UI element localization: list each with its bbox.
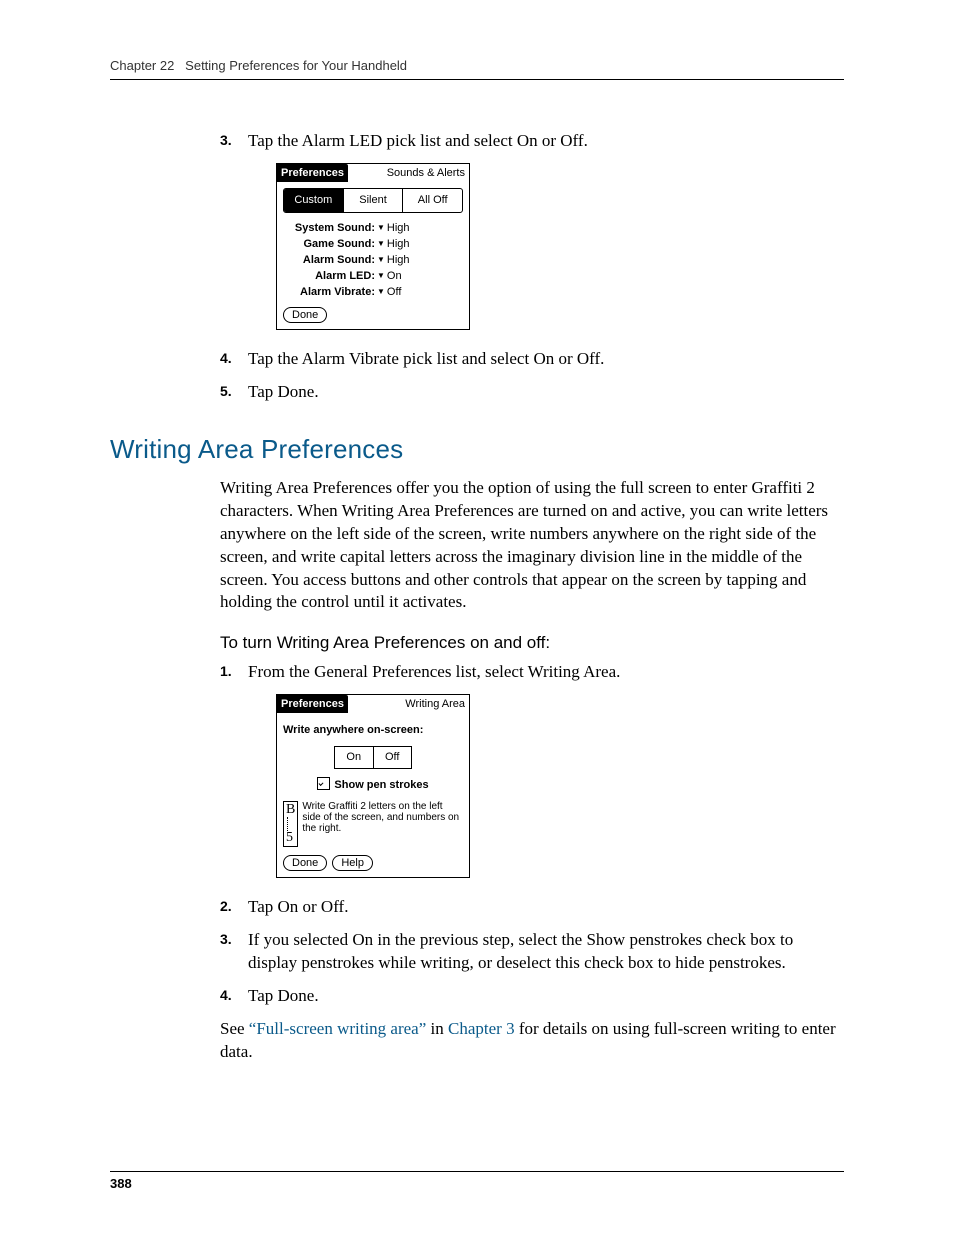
palm-titlebar: Preferences Writing Area	[277, 695, 469, 713]
hint-text: Write Graffiti 2 letters on the left sid…	[302, 801, 463, 834]
see-also: See “Full-screen writing area” in Chapte…	[220, 1018, 844, 1064]
step-text: Tap On or Off.	[248, 897, 348, 916]
step: 4. Tap Done.	[220, 985, 844, 1008]
step-number: 2.	[220, 897, 232, 916]
chevron-down-icon[interactable]: ▼	[377, 255, 385, 266]
pref-value[interactable]: High	[387, 237, 410, 252]
pref-row: System Sound: ▼ High	[283, 221, 463, 237]
glyph-number: 5	[286, 831, 293, 845]
step-number: 5.	[220, 382, 232, 401]
cross-ref-link[interactable]: “Full-screen writing area”	[249, 1019, 426, 1038]
step: 4. Tap the Alarm Vibrate pick list and s…	[220, 348, 844, 371]
on-off-toggle: On Off	[334, 746, 412, 769]
checkbox-icon[interactable]	[317, 777, 330, 790]
step-text: Tap Done.	[248, 382, 319, 401]
palm-screenshot-writing-area: Preferences Writing Area Write anywhere …	[276, 694, 470, 878]
step-number: 1.	[220, 662, 232, 681]
step: 1. From the General Preferences list, se…	[220, 661, 844, 878]
profile-tabs: Custom Silent All Off	[283, 188, 463, 213]
pref-label: Alarm LED:	[283, 269, 377, 284]
palm-category[interactable]: Writing Area	[348, 695, 469, 713]
step-text: From the General Preferences list, selec…	[248, 662, 620, 681]
step: 5. Tap Done.	[220, 381, 844, 404]
page: Chapter 22 Setting Preferences for Your …	[0, 0, 954, 1235]
pref-row: Alarm Vibrate: ▼ Off	[283, 285, 463, 301]
prompt-label: Write anywhere on-screen:	[283, 723, 463, 738]
palm-body: Custom Silent All Off System Sound: ▼ Hi…	[277, 182, 469, 329]
cross-ref-link[interactable]: Chapter 3	[448, 1019, 515, 1038]
step-text: Tap Done.	[248, 986, 319, 1005]
step-text: Tap the Alarm LED pick list and select O…	[248, 131, 588, 150]
graffiti-glyph: B5	[283, 801, 298, 847]
step-text: Tap the Alarm Vibrate pick list and sele…	[248, 349, 604, 368]
pref-label: Game Sound:	[283, 237, 377, 252]
section-body: Writing Area Preferences offer you the o…	[220, 477, 844, 615]
help-button[interactable]: Help	[332, 855, 373, 871]
step-number: 3.	[220, 131, 232, 150]
chevron-down-icon[interactable]: ▼	[377, 223, 385, 234]
palm-category[interactable]: Sounds & Alerts	[348, 164, 469, 182]
pref-value[interactable]: High	[387, 253, 410, 268]
pref-row: Alarm LED: ▼ On	[283, 269, 463, 285]
pref-label: Alarm Sound:	[283, 253, 377, 268]
chevron-down-icon[interactable]: ▼	[377, 271, 385, 282]
section-heading: Writing Area Preferences	[110, 432, 844, 467]
text: in	[426, 1019, 448, 1038]
hint-box: B5 Write Graffiti 2 letters on the left …	[283, 801, 463, 847]
pref-label: System Sound:	[283, 221, 377, 236]
step-number: 4.	[220, 349, 232, 368]
checkbox-row: Show pen strokes	[283, 777, 463, 793]
divider-icon	[287, 817, 288, 831]
chapter-title: Setting Preferences for Your Handheld	[185, 58, 407, 73]
step: 2. Tap On or Off.	[220, 896, 844, 919]
step: 3. Tap the Alarm LED pick list and selec…	[220, 130, 844, 330]
steps-group-b: 1. From the General Preferences list, se…	[220, 661, 844, 1007]
subheading: To turn Writing Area Preferences on and …	[220, 632, 844, 655]
pref-label: Alarm Vibrate:	[283, 285, 377, 300]
text: See	[220, 1019, 249, 1038]
pref-row: Game Sound: ▼ High	[283, 237, 463, 253]
toggle-off[interactable]: Off	[373, 747, 412, 768]
step-number: 3.	[220, 930, 232, 949]
chapter-number: Chapter 22	[110, 58, 174, 73]
pref-row: Alarm Sound: ▼ High	[283, 253, 463, 269]
chevron-down-icon[interactable]: ▼	[377, 287, 385, 298]
toggle-on[interactable]: On	[335, 747, 373, 768]
palm-screenshot-sounds: Preferences Sounds & Alerts Custom Silen…	[276, 163, 470, 330]
running-header: Chapter 22 Setting Preferences for Your …	[110, 58, 844, 80]
step: 3. If you selected On in the previous st…	[220, 929, 844, 975]
chevron-down-icon[interactable]: ▼	[377, 239, 385, 250]
page-number: 388	[110, 1171, 844, 1191]
palm-titlebar: Preferences Sounds & Alerts	[277, 164, 469, 182]
content: 3. Tap the Alarm LED pick list and selec…	[110, 130, 844, 1064]
palm-title: Preferences	[277, 695, 348, 713]
pref-value[interactable]: Off	[387, 285, 401, 300]
checkbox-label: Show pen strokes	[334, 779, 428, 791]
step-number: 4.	[220, 986, 232, 1005]
pref-value[interactable]: High	[387, 221, 410, 236]
done-button[interactable]: Done	[283, 307, 327, 323]
tab-silent[interactable]: Silent	[343, 189, 403, 212]
palm-body: Write anywhere on-screen: On Off Show pe…	[277, 713, 469, 877]
step-text: If you selected On in the previous step,…	[248, 930, 793, 972]
tab-custom[interactable]: Custom	[284, 189, 343, 212]
pref-value[interactable]: On	[387, 269, 402, 284]
done-button[interactable]: Done	[283, 855, 327, 871]
steps-group-a: 3. Tap the Alarm LED pick list and selec…	[220, 130, 844, 404]
palm-title: Preferences	[277, 164, 348, 182]
tab-alloff[interactable]: All Off	[402, 189, 462, 212]
glyph-letter: B	[286, 803, 295, 817]
